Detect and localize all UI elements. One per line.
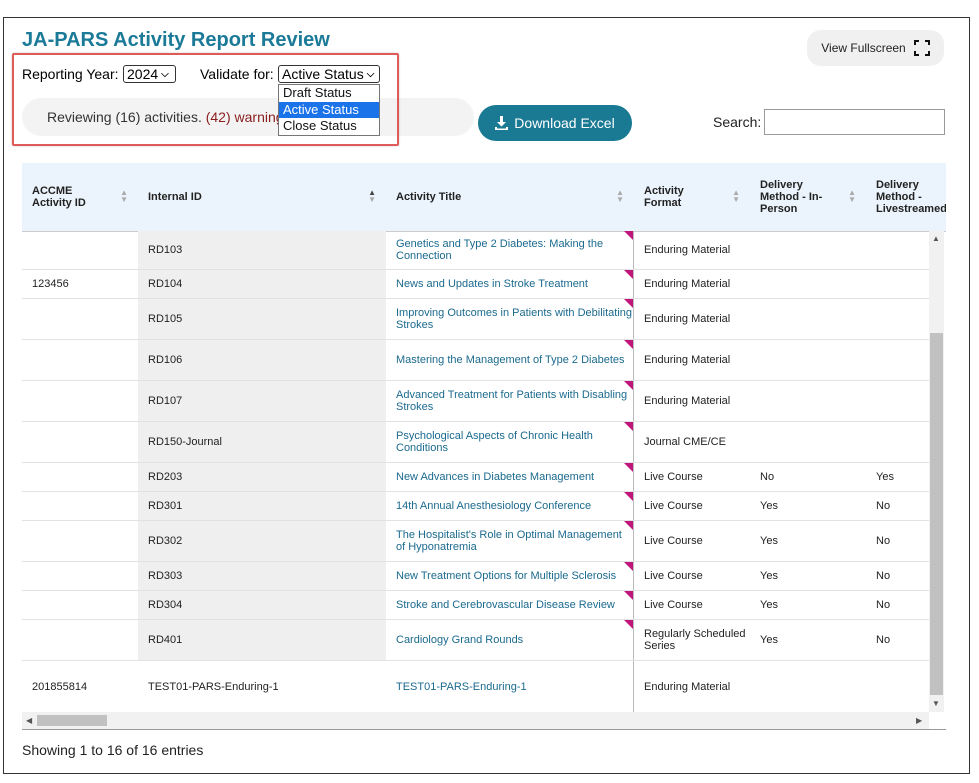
vertical-scroll-thumb[interactable] xyxy=(930,333,943,695)
activity-title-link[interactable]: 14th Annual Anesthesiology Conference xyxy=(396,500,591,512)
download-excel-button[interactable]: Download Excel xyxy=(478,105,632,141)
column-header-internal-id[interactable]: Internal ID ▲ ▼ xyxy=(138,163,386,231)
table-body: RD103 Genetics and Type 2 Diabetes: Maki… xyxy=(22,231,929,712)
validate-for-value: Active Status xyxy=(282,66,364,82)
download-excel-label: Download Excel xyxy=(514,115,615,131)
validate-for-options[interactable]: Draft Status Active Status Close Status xyxy=(278,84,380,136)
table-row[interactable]: RD203 New Advances in Diabetes Managemen… xyxy=(22,463,929,492)
activity-title-link[interactable]: Mastering the Management of Type 2 Diabe… xyxy=(396,354,625,366)
horizontal-scrollbar[interactable]: ◀ ▶ xyxy=(22,712,929,729)
warning-marker xyxy=(624,562,633,571)
view-fullscreen-button[interactable]: View Fullscreen xyxy=(807,30,944,66)
entries-info: Showing 1 to 16 of 16 entries xyxy=(22,742,204,758)
warning-marker xyxy=(624,521,633,530)
scroll-right-arrow-icon[interactable]: ▶ xyxy=(916,716,922,725)
review-summary: Reviewing (16) activities. (42) warning xyxy=(22,98,474,136)
sort-icon: ▲ ▼ xyxy=(732,188,740,204)
review-count: Reviewing (16) activities. xyxy=(47,109,202,125)
scroll-down-arrow-icon[interactable]: ▼ xyxy=(932,699,940,708)
scroll-left-arrow-icon[interactable]: ◀ xyxy=(26,716,32,725)
vertical-scrollbar[interactable]: ▲ ▼ xyxy=(929,231,944,712)
table-row[interactable]: RD304 Stroke and Cerebrovascular Disease… xyxy=(22,591,929,620)
chevron-down-icon: ⌵ xyxy=(161,68,169,80)
activity-title-link[interactable]: TEST01-PARS-Enduring-1 xyxy=(396,681,527,693)
table-row[interactable]: 123456 RD104 News and Updates in Stroke … xyxy=(22,270,929,299)
search-label: Search: xyxy=(713,114,762,130)
activity-title-link[interactable]: Advanced Treatment for Patients with Dis… xyxy=(396,389,633,413)
column-header-activity-format[interactable]: Activity Format ▲ ▼ xyxy=(634,163,750,231)
activity-title-link[interactable]: Psychological Aspects of Chronic Health … xyxy=(396,430,633,454)
activity-title-link[interactable]: Cardiology Grand Rounds xyxy=(396,634,523,646)
sort-icon: ▲ ▼ xyxy=(848,188,856,204)
sort-icon: ▲ ▼ xyxy=(120,188,128,204)
reporting-year-select[interactable]: 2024 ⌵ xyxy=(123,65,176,83)
option-active-status[interactable]: Active Status xyxy=(279,101,379,118)
scroll-up-arrow-icon[interactable]: ▲ xyxy=(932,234,940,243)
table-row[interactable]: RD303 New Treatment Options for Multiple… xyxy=(22,562,929,591)
table-row[interactable]: RD301 14th Annual Anesthesiology Confere… xyxy=(22,492,929,521)
option-close-status[interactable]: Close Status xyxy=(279,118,379,135)
view-fullscreen-label: View Fullscreen xyxy=(821,41,906,55)
table-row[interactable]: RD302 The Hospitalist's Role in Optimal … xyxy=(22,521,929,562)
sort-icon: ▲ ▼ xyxy=(616,188,624,204)
column-header-accme-id[interactable]: ACCME Activity ID ▲ ▼ xyxy=(22,163,138,231)
download-icon xyxy=(495,116,509,130)
page-title: JA-PARS Activity Report Review xyxy=(22,29,330,51)
warning-marker xyxy=(624,620,633,629)
warning-marker xyxy=(624,492,633,501)
table-row[interactable]: 201855814 TEST01-PARS-Enduring-1 TEST01-… xyxy=(22,661,929,712)
table-row[interactable]: RD106 Mastering the Management of Type 2… xyxy=(22,340,929,381)
search-input[interactable] xyxy=(764,109,945,135)
warning-marker xyxy=(624,231,633,240)
activity-title-link[interactable]: Improving Outcomes in Patients with Debi… xyxy=(396,307,633,331)
table-row[interactable]: RD150-Journal Psychological Aspects of C… xyxy=(22,422,929,463)
warning-count: (42) warning xyxy=(205,109,284,125)
warning-marker xyxy=(624,340,633,349)
table-header: ACCME Activity ID ▲ ▼ Internal ID ▲ ▼ Acti… xyxy=(22,163,946,232)
horizontal-scroll-thumb[interactable] xyxy=(37,715,107,726)
reporting-year-value: 2024 xyxy=(127,66,159,82)
validate-for-label: Validate for: xyxy=(200,66,274,82)
reporting-year-label: Reporting Year: xyxy=(22,66,119,82)
activity-title-link[interactable]: Stroke and Cerebrovascular Disease Revie… xyxy=(396,599,615,611)
expand-icon xyxy=(913,40,930,56)
table-bottom-border xyxy=(22,729,946,730)
sort-asc-icon: ▲ ▼ xyxy=(368,188,376,204)
warning-marker xyxy=(624,463,633,472)
table-row[interactable]: RD107 Advanced Treatment for Patients wi… xyxy=(22,381,929,422)
warning-marker xyxy=(624,422,633,431)
table-row[interactable]: RD105 Improving Outcomes in Patients wit… xyxy=(22,299,929,340)
column-header-activity-title[interactable]: Activity Title ▲ ▼ xyxy=(386,163,634,231)
activity-title-link[interactable]: Genetics and Type 2 Diabetes: Making the… xyxy=(396,238,633,262)
activity-title-link[interactable]: New Advances in Diabetes Management xyxy=(396,471,594,483)
option-draft-status[interactable]: Draft Status xyxy=(279,85,379,102)
table-row[interactable]: RD401 Cardiology Grand Rounds Regularly … xyxy=(22,620,929,661)
warning-marker xyxy=(624,381,633,390)
validate-for-select[interactable]: Active Status ⌵ xyxy=(278,65,380,83)
table-row[interactable]: RD103 Genetics and Type 2 Diabetes: Maki… xyxy=(22,231,929,270)
warning-marker xyxy=(624,270,633,279)
warning-marker xyxy=(624,591,633,600)
activity-title-link[interactable]: The Hospitalist's Role in Optimal Manage… xyxy=(396,529,633,553)
activity-title-link[interactable]: News and Updates in Stroke Treatment xyxy=(396,278,588,290)
warning-marker xyxy=(624,299,633,308)
activity-title-link[interactable]: New Treatment Options for Multiple Scler… xyxy=(396,570,616,582)
column-header-in-person[interactable]: Delivery Method - In-Person ▲ ▼ xyxy=(750,163,866,231)
chevron-down-icon: ⌵ xyxy=(366,68,375,80)
column-header-livestreamed[interactable]: Delivery Method - Livestreamed xyxy=(866,163,946,231)
